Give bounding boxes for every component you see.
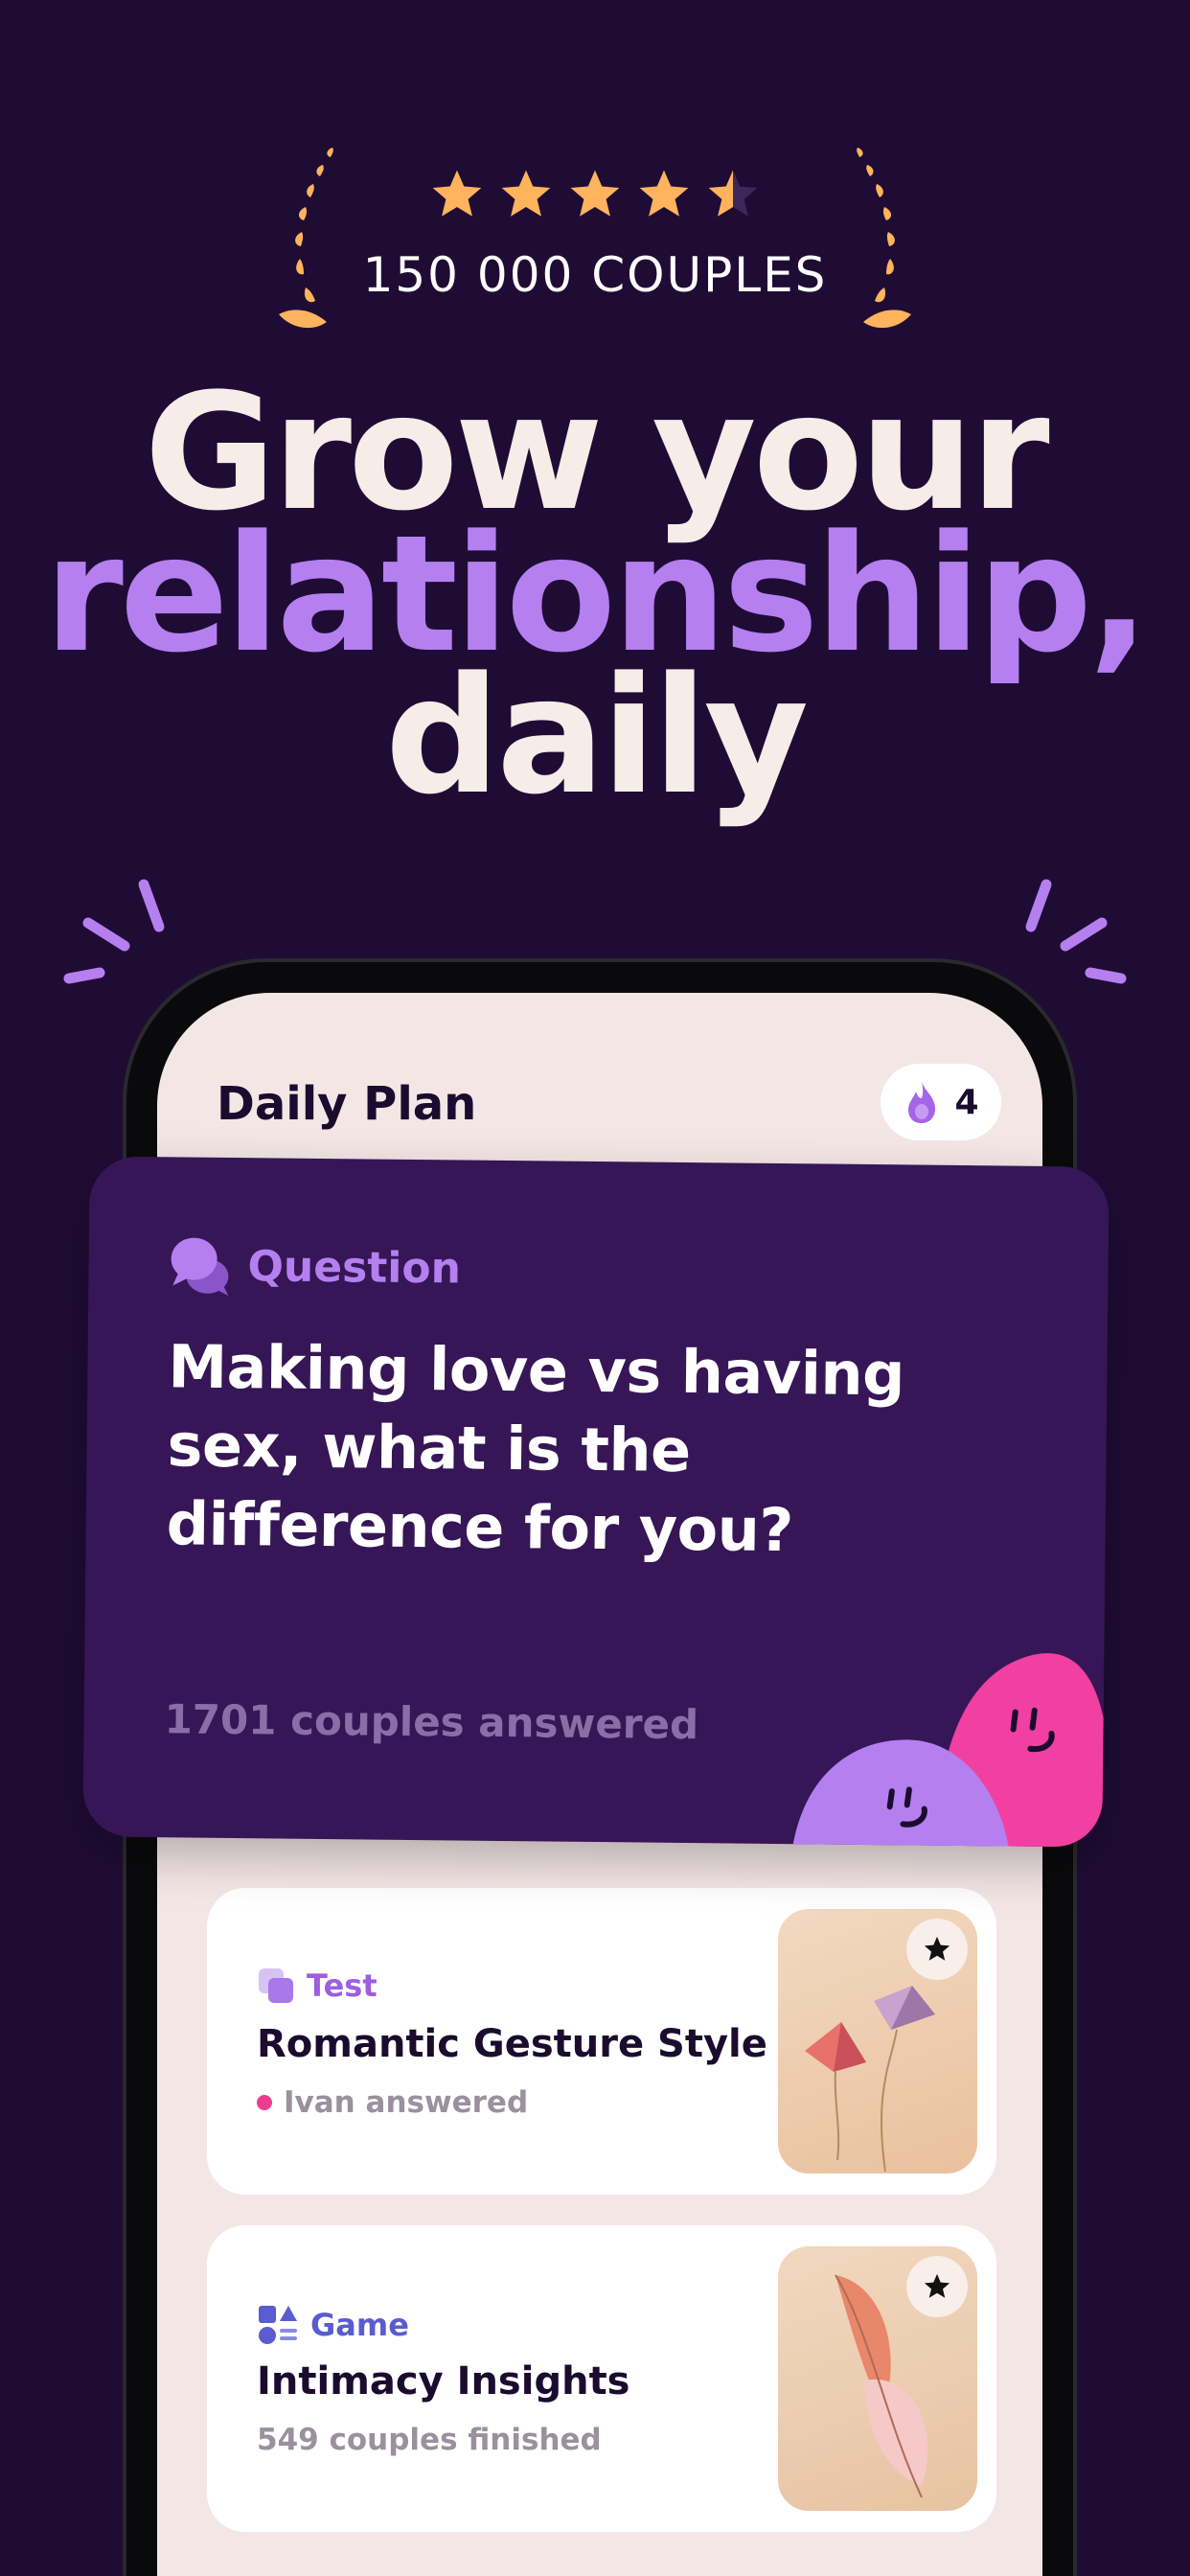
list-item[interactable]: Test Romantic Gesture Style Ivan answere… — [207, 1888, 996, 2195]
question-label-text: Question — [247, 1241, 462, 1294]
question-text: Making love vs having sex, what is the d… — [166, 1331, 905, 1566]
card-status-text: Ivan answered — [284, 2085, 529, 2120]
card-title: Intimacy Insights — [257, 2359, 630, 2404]
star-rating — [0, 167, 1190, 222]
favorite-button[interactable] — [906, 2256, 968, 2317]
card-image-feather — [778, 2246, 977, 2511]
star-icon — [924, 1936, 950, 1961]
card-tag-label: Test — [307, 1967, 378, 2004]
card-title: Romantic Gesture Style — [257, 2022, 767, 2066]
test-squares-icon — [259, 1968, 293, 2003]
card-tag: Game — [257, 2304, 409, 2346]
rating-badge: 150 000 COUPLES — [0, 0, 1190, 364]
flame-icon — [908, 1081, 936, 1123]
card-image-kites — [778, 1909, 977, 2174]
blob-characters-illustration — [791, 1653, 1110, 1848]
list-item[interactable]: Game Intimacy Insights 549 couples finis… — [207, 2225, 996, 2532]
sparkle-right-icon — [1025, 879, 1127, 984]
laurel-right-icon — [857, 148, 911, 329]
question-card[interactable]: Question Making love vs having sex, what… — [82, 1156, 1110, 1848]
shapes-icon — [259, 2306, 297, 2344]
card-tag: Test — [257, 1966, 378, 2005]
streak-badge[interactable]: 4 — [881, 1064, 1001, 1140]
card-tag-label: Game — [310, 2307, 409, 2343]
sparkle-left-icon — [63, 879, 165, 984]
card-status-text: 549 couples finished — [257, 2423, 602, 2457]
card-status: 549 couples finished — [257, 2423, 602, 2457]
star-icon — [924, 2273, 950, 2298]
star-icon — [432, 170, 482, 217]
card-status: Ivan answered — [257, 2085, 528, 2120]
streak-count: 4 — [954, 1082, 979, 1122]
star-icon — [639, 170, 689, 217]
page-title: Daily Plan — [217, 1077, 477, 1131]
status-dot — [257, 2095, 272, 2110]
answered-count: 1701 couples answered — [164, 1695, 699, 1749]
chat-bubbles-icon — [171, 1237, 229, 1296]
favorite-button[interactable] — [906, 1919, 968, 1980]
half-star-icon — [708, 170, 758, 217]
question-label: Question — [169, 1233, 461, 1300]
headline: Grow your relationship, daily — [0, 372, 1190, 816]
couples-count: 150 000 COUPLES — [362, 247, 828, 303]
star-icon — [501, 170, 551, 217]
star-icon — [570, 170, 620, 217]
